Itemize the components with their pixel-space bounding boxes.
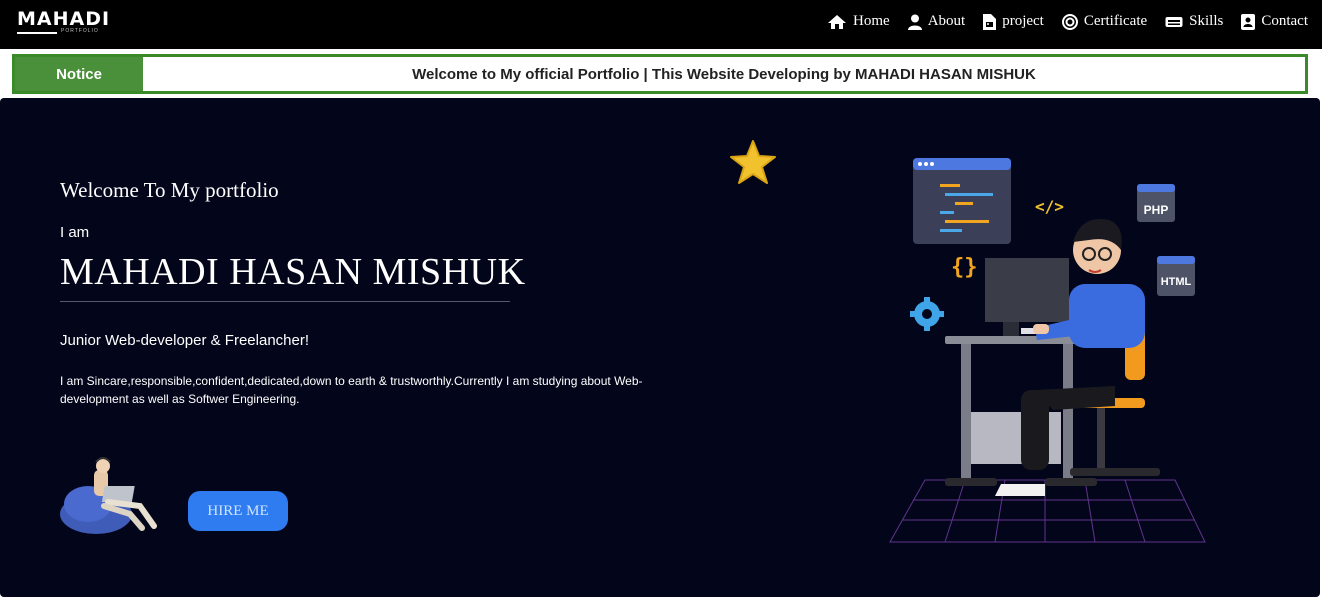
file-icon [983,13,997,30]
nav-item-contact[interactable]: Contact [1241,13,1308,30]
notice-bar: Notice Welcome to My official Portfolio … [12,54,1308,94]
grid-floor [889,479,1206,543]
intro-text: I am [60,224,90,241]
home-icon [828,14,847,29]
notice-tag: Notice [15,57,143,91]
nav-label-project: project [1002,13,1044,29]
nav-label-about: About [927,13,966,29]
nav-label-home: Home [853,13,890,29]
welcome-heading: Welcome To My portfolio [60,178,279,202]
bio-text: I am Sincare,responsible,confident,dedic… [60,374,643,406]
nav-label-contact: Contact [1261,13,1308,29]
hero-section: Welcome To My portfolio I am MAHADI HASA… [0,98,1320,597]
php-badge-label: PHP [1144,203,1169,217]
site-logo[interactable]: MAHADI PORTFOLIO [17,8,111,34]
hire-me-button[interactable]: HIRE ME [188,491,288,531]
navbar: MAHADI PORTFOLIO Home About project Cert… [0,0,1322,49]
gear-icon [910,297,944,331]
nav-menu: Home About project Certificate Skills Co… [809,13,1308,30]
nav-item-home[interactable]: Home [827,13,890,30]
role-text: Junior Web-developer & Freelancher! [60,332,310,349]
keyboard-icon [1165,16,1183,27]
star-icon [730,140,776,184]
name-underline [60,301,510,302]
logo-tagline: PORTFOLIO [61,28,99,34]
owner-name: MAHADI HASAN MISHUK [60,251,526,293]
nav-item-about[interactable]: About [907,13,966,30]
certificate-icon [1061,13,1078,30]
nav-item-project[interactable]: project [983,13,1044,30]
svg-text:</>: </> [1035,197,1064,216]
notice-marquee-text: Welcome to My official Portfolio | This … [412,65,1036,83]
svg-text:{}: {} [951,255,978,280]
nav-item-certificate[interactable]: Certificate [1061,13,1148,30]
logo-underline [17,32,57,34]
logo-text: MAHADI [17,8,111,30]
developer-desk-illustration: </> {} PHP HTML [889,158,1206,543]
nav-label-skills: Skills [1189,13,1224,29]
nav-item-skills[interactable]: Skills [1165,13,1223,30]
beanbag-laptop-illustration [60,457,157,534]
contact-card-icon [1241,13,1256,30]
nav-label-certificate: Certificate [1083,13,1148,29]
html-badge-label: HTML [1161,276,1192,288]
user-icon [907,14,922,30]
